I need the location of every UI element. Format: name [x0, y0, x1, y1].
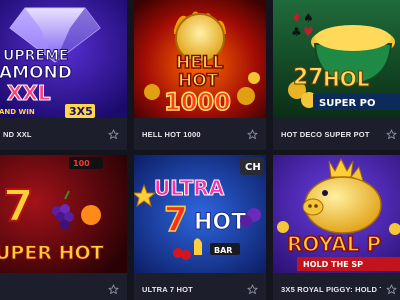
game-thumbnail[interactable]: HELL HOT 1000 [134, 0, 266, 118]
logo-line-3: XXL [7, 81, 51, 105]
game-caption[interactable]: ULTRA 7 HOT [134, 273, 266, 300]
game-card-hot-deco-super-pot[interactable]: ♦ ♠ ♣ ♥ 27 HOL SUPER PO HOT DECO SUPER POT [273, 0, 400, 150]
game-title: ND XXL [3, 129, 32, 139]
star-outline-icon[interactable] [247, 283, 258, 295]
logo-line-1: 27 [293, 65, 324, 90]
game-title: ULTRA 7 HOT [142, 284, 193, 294]
logo-line-2: HOL [323, 67, 370, 91]
star-outline-icon[interactable] [386, 283, 397, 295]
star-outline-icon[interactable] [108, 128, 119, 140]
game-card-ultra-7-hot[interactable]: CH ULTRA 7 HOT BAR ULTRA 7 HOT [134, 155, 266, 300]
logo-line-3: 1000 [164, 88, 231, 116]
star-outline-icon[interactable] [108, 283, 119, 295]
svg-text:♠: ♠ [303, 11, 314, 25]
game-caption[interactable] [0, 273, 127, 300]
logo-line-2: 7 [164, 200, 188, 240]
svg-text:♣: ♣ [291, 25, 302, 39]
game-grid: UPREME AMOND XXL AND WIN 3X5 ND XXL HELL… [0, 0, 400, 300]
logo-line-1: ROYAL P [287, 232, 381, 256]
game-thumbnail[interactable]: ♦ ♠ ♣ ♥ 27 HOL SUPER PO [273, 0, 400, 118]
star-outline-icon[interactable] [386, 128, 397, 140]
logo-line-3: HOT [194, 210, 246, 235]
game-thumbnail[interactable]: CH ULTRA 7 HOT BAR [134, 155, 266, 273]
game-title: HOT DECO SUPER POT [281, 129, 370, 139]
logo-line-1: 7 [3, 181, 34, 232]
svg-text:♥: ♥ [303, 25, 314, 39]
logo-line-5: 3X5 [69, 105, 93, 118]
game-title: HELL HOT 1000 [142, 129, 201, 139]
logo-line-2: HOLD THE SP [303, 260, 363, 269]
game-caption[interactable]: 3X5 ROYAL PIGGY: HOLD THE S [273, 273, 400, 300]
logo-line-4: BAR [214, 246, 232, 255]
star-outline-icon[interactable] [247, 128, 258, 140]
game-card-hell-hot-1000[interactable]: HELL HOT 1000 HELL HOT 1000 [134, 0, 266, 150]
provider-logo: CH [245, 162, 261, 173]
logo-badge: 100 [73, 159, 90, 168]
logo-line-4: AND WIN [0, 108, 35, 116]
game-thumbnail[interactable]: ROYAL P HOLD THE SP [273, 155, 400, 273]
game-caption[interactable]: ND XXL [0, 118, 127, 150]
svg-text:♦: ♦ [291, 11, 302, 25]
logo-line-2: UPER HOT [0, 242, 104, 264]
logo-line-2: AMOND [0, 63, 72, 83]
game-thumbnail[interactable]: 100 7 UPER HOT [0, 155, 127, 273]
game-card-royal-piggy[interactable]: ROYAL P HOLD THE SP 3X5 ROYAL PIGGY: HOL… [273, 155, 400, 300]
game-caption[interactable]: HOT DECO SUPER POT [273, 118, 400, 150]
game-card-super-hot[interactable]: 100 7 UPER HOT [0, 155, 127, 300]
logo-line-1: HELL [176, 53, 224, 73]
game-caption[interactable]: HELL HOT 1000 [134, 118, 266, 150]
logo-line-1: UPREME [3, 48, 68, 64]
game-thumbnail[interactable]: UPREME AMOND XXL AND WIN 3X5 [0, 0, 127, 118]
logo-line-3: SUPER PO [319, 98, 376, 109]
logo-line-1: ULTRA [154, 176, 225, 200]
game-card-supreme-diamond-xxl[interactable]: UPREME AMOND XXL AND WIN 3X5 ND XXL [0, 0, 127, 150]
game-title: 3X5 ROYAL PIGGY: HOLD THE S [281, 284, 381, 294]
